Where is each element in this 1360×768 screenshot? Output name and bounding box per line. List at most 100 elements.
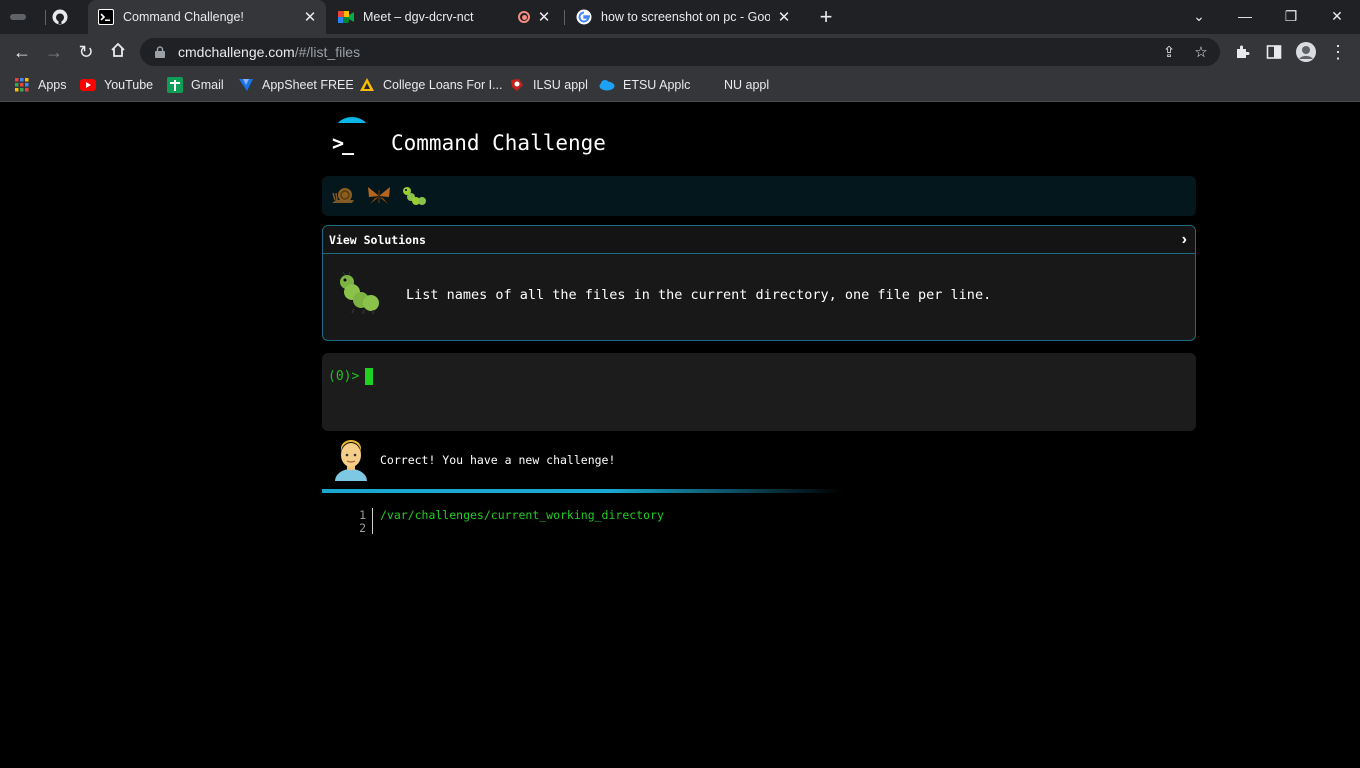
tab-separator <box>45 10 46 25</box>
terminal-icon: >_ <box>332 131 354 155</box>
view-solutions-label: View Solutions <box>329 232 426 247</box>
recording-icon <box>518 11 530 23</box>
challenge-panel: View Solutions › List names of all the f… <box>322 225 1196 341</box>
bookmark-label: Gmail <box>191 78 224 92</box>
youtube-icon <box>80 77 96 93</box>
chevron-right-icon: › <box>1181 230 1187 248</box>
back-button[interactable]: ← <box>8 38 36 66</box>
command-terminal[interactable]: (0)> <box>322 353 1196 431</box>
view-solutions-toggle[interactable]: View Solutions › <box>323 226 1195 254</box>
arrow-right-icon: → <box>45 41 63 62</box>
caterpillar-icon <box>337 271 383 316</box>
tab-google-search[interactable]: how to screenshot on pc - Googl ✕ <box>568 0 800 34</box>
site-logo[interactable]: >_ <box>330 117 374 161</box>
tab-strip: Command Challenge! ✕ Meet – dgv-dcrv-nct… <box>0 0 1360 34</box>
challenge-description: List names of all the files in the curre… <box>406 287 992 303</box>
bookmark-label: ILSU appl <box>533 78 588 92</box>
bookmark-label: AppSheet FREE <box>262 78 354 92</box>
bookmark-label: Apps <box>38 78 67 92</box>
home-button[interactable] <box>104 38 132 66</box>
bookmark-gmail[interactable]: Gmail <box>167 70 224 100</box>
bookmark-etsu[interactable]: ETSU Applc <box>599 70 690 100</box>
google-meet-icon <box>338 9 354 25</box>
bookmark-ilsu[interactable]: ILSU appl <box>509 70 588 100</box>
tab-title: Meet – dgv-dcrv-nct <box>363 10 474 24</box>
bookmark-nu[interactable]: NU appl <box>700 70 769 100</box>
bookmark-label: YouTube <box>104 78 154 92</box>
new-tab-button[interactable]: + <box>814 0 838 34</box>
tab-search-button[interactable]: ⌄ <box>1176 0 1222 32</box>
butterfly-icon[interactable] <box>366 183 392 209</box>
close-icon: ✕ <box>1331 7 1343 24</box>
bookmark-star-icon[interactable]: ☆ <box>1192 43 1210 61</box>
gutter-divider <box>372 508 373 521</box>
bookmark-college-loans[interactable]: College Loans For I... <box>359 70 503 100</box>
restore-icon: ❐ <box>1284 7 1298 24</box>
apps-grid-icon <box>14 77 30 93</box>
url-text: cmdchallenge.com/#/list_files <box>178 44 360 60</box>
gmail-icon <box>167 77 183 93</box>
reload-button[interactable]: ↻ <box>72 38 100 66</box>
url-path: /#/list_files <box>294 44 361 60</box>
page-title: Command Challenge <box>391 131 606 155</box>
status-message: Correct! You have a new challenge! <box>380 453 616 467</box>
close-window-button[interactable]: ✕ <box>1314 0 1360 32</box>
extensions-icon[interactable] <box>1232 42 1252 62</box>
terminal-cursor <box>365 368 373 385</box>
bookmark-label: ETSU Applc <box>623 78 691 92</box>
profile-avatar[interactable] <box>1296 42 1316 62</box>
minimize-button[interactable]: — <box>1222 0 1268 32</box>
blank-icon <box>700 77 716 93</box>
bookmarks-bar: Apps YouTube Gmail AppSheet FREE College… <box>0 70 1360 102</box>
close-tab-icon[interactable]: ✕ <box>536 9 552 26</box>
progress-bar <box>322 489 842 493</box>
person-avatar-icon <box>333 439 369 481</box>
appsheet-icon <box>238 77 254 93</box>
gutter-divider <box>372 521 373 534</box>
minimize-icon: — <box>1238 8 1252 24</box>
github-pinned-tab[interactable] <box>52 0 82 34</box>
tab-meet[interactable]: Meet – dgv-dcrv-nct ✕ <box>330 0 560 34</box>
page-content: >_ Command Challenge View Solutions › Li… <box>0 103 1360 768</box>
browser-toolbar: ← → ↻ cmdchallenge.com/#/list_files ⇪ ☆ … <box>0 34 1360 70</box>
tab-separator <box>564 10 565 25</box>
terminal-prompt: (0)> <box>328 369 360 384</box>
github-icon <box>52 9 68 25</box>
ilsu-icon <box>509 77 525 93</box>
home-icon <box>110 42 126 63</box>
challenge-body: List names of all the files in the curre… <box>323 254 1195 340</box>
close-tab-icon[interactable]: ✕ <box>302 9 318 26</box>
restore-button[interactable]: ❐ <box>1268 0 1314 32</box>
plus-icon: + <box>819 4 833 29</box>
reload-icon: ↻ <box>78 41 94 62</box>
line-number: 2 <box>359 521 366 535</box>
bookmark-appsheet[interactable]: AppSheet FREE <box>238 70 354 100</box>
share-icon[interactable]: ⇪ <box>1160 43 1178 61</box>
output-text: /var/challenges/current_working_director… <box>380 508 664 522</box>
tab-title: Command Challenge! <box>123 10 244 24</box>
line-number: 1 <box>359 508 366 522</box>
close-tab-icon[interactable]: ✕ <box>776 9 792 26</box>
cloud-icon <box>599 77 615 93</box>
college-loans-icon <box>359 77 375 93</box>
pinned-tab-icon <box>10 9 26 25</box>
lock-icon[interactable] <box>152 46 168 58</box>
bookmark-label: NU appl <box>724 78 770 92</box>
bookmark-youtube[interactable]: YouTube <box>80 70 153 100</box>
caterpillar-icon[interactable] <box>402 183 428 209</box>
url-host: cmdchallenge.com <box>178 44 295 60</box>
bookmark-apps[interactable]: Apps <box>14 70 67 100</box>
tab-title: how to screenshot on pc - Googl <box>601 10 770 24</box>
address-bar[interactable]: cmdchallenge.com/#/list_files ⇪ ☆ <box>140 38 1220 66</box>
terminal-favicon-icon <box>98 9 114 25</box>
bookmark-label: College Loans For I... <box>383 78 503 92</box>
side-panel-icon[interactable] <box>1264 42 1284 62</box>
pinned-tab[interactable] <box>10 0 44 34</box>
menu-kebab-icon[interactable]: ⋮ <box>1328 42 1348 62</box>
arrow-left-icon: ← <box>13 41 31 62</box>
snail-icon[interactable] <box>330 183 356 209</box>
achievement-badges <box>322 176 1196 216</box>
forward-button[interactable]: → <box>40 38 68 66</box>
chevron-down-icon: ⌄ <box>1193 7 1205 24</box>
tab-command-challenge[interactable]: Command Challenge! ✕ <box>88 0 326 34</box>
